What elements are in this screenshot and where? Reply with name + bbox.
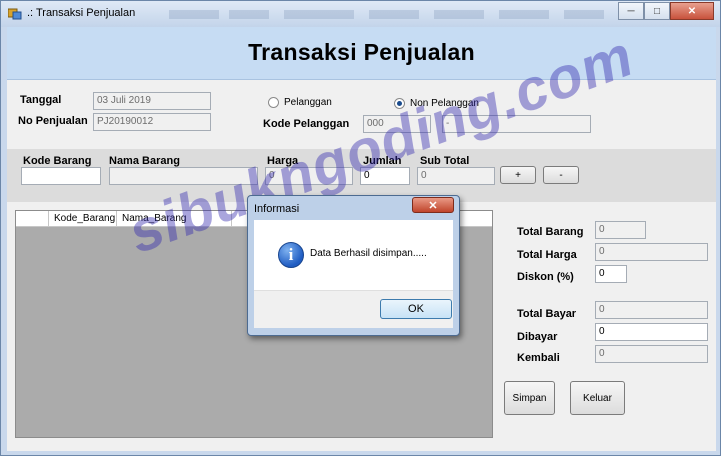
- dialog-body: i Data Berhasil disimpan.....: [254, 220, 453, 290]
- no-penjualan-label: No Penjualan: [18, 115, 88, 127]
- tanggal-label: Tanggal: [20, 94, 62, 106]
- sub-total-field[interactable]: 0: [417, 167, 495, 185]
- kode-barang-label: Kode Barang: [23, 155, 92, 167]
- info-dialog: Informasi ✕ i Data Berhasil disimpan....…: [247, 195, 460, 336]
- nama-barang-label: Nama Barang: [109, 155, 180, 167]
- tanggal-field[interactable]: 03 Juli 2019: [93, 92, 211, 110]
- harga-field[interactable]: 0: [265, 167, 353, 185]
- window-title: .: Transaksi Penjualan: [27, 7, 136, 19]
- dialog-footer: OK: [254, 290, 453, 328]
- radio-pelanggan-label: Pelanggan: [284, 97, 332, 108]
- kode-pelanggan-label: Kode Pelanggan: [263, 118, 350, 130]
- column-header-kode-barang[interactable]: Kode_Barang: [49, 211, 117, 227]
- radio-pelanggan[interactable]: Pelanggan: [268, 97, 332, 108]
- sub-total-label: Sub Total: [420, 155, 470, 167]
- ghost-toolbar: [169, 10, 604, 19]
- total-harga-label: Total Harga: [517, 249, 577, 261]
- dibayar-label: Dibayar: [517, 331, 558, 343]
- jumlah-input[interactable]: 0: [360, 167, 410, 185]
- kembali-label: Kembali: [517, 352, 560, 364]
- info-icon: i: [278, 242, 304, 268]
- close-button[interactable]: ✕: [670, 2, 714, 20]
- app-icon: [8, 8, 22, 20]
- close-icon: ✕: [428, 199, 438, 212]
- keluar-button[interactable]: Keluar: [570, 381, 625, 415]
- nama-barang-field[interactable]: [109, 167, 258, 185]
- dialog-close-button[interactable]: ✕: [412, 197, 454, 213]
- close-icon: ✕: [687, 5, 697, 17]
- total-harga-field[interactable]: 0: [595, 243, 708, 261]
- minimize-button[interactable]: ─: [618, 2, 644, 20]
- dibayar-input[interactable]: 0: [595, 323, 708, 341]
- window-controls: ─ □ ✕: [618, 2, 714, 20]
- radio-pelanggan-dot: [268, 97, 279, 108]
- diskon-input[interactable]: 0: [595, 265, 627, 283]
- kode-pelanggan-field[interactable]: 000: [363, 115, 431, 133]
- total-bayar-field[interactable]: 0: [595, 301, 708, 319]
- total-bayar-label: Total Bayar: [517, 308, 577, 320]
- minimize-icon: ─: [627, 5, 635, 17]
- simpan-button[interactable]: Simpan: [504, 381, 555, 415]
- kode-barang-input[interactable]: [21, 167, 101, 185]
- app-window: .: Transaksi Penjualan ─ □ ✕ Transaksi P…: [0, 0, 721, 456]
- title-bar[interactable]: .: Transaksi Penjualan ─ □ ✕: [1, 1, 720, 27]
- jumlah-label: Jumlah: [363, 155, 402, 167]
- harga-label: Harga: [267, 155, 299, 167]
- kembali-field[interactable]: 0: [595, 345, 708, 363]
- total-barang-field[interactable]: 0: [595, 221, 646, 239]
- column-header-nama-barang[interactable]: Nama_Barang: [117, 211, 232, 227]
- header-banner: Transaksi Penjualan: [7, 27, 716, 80]
- maximize-button[interactable]: □: [644, 2, 670, 20]
- dialog-title: Informasi: [254, 203, 300, 215]
- radio-non-pelanggan-label: Non Pelanggan: [410, 98, 479, 109]
- nama-pelanggan-field[interactable]: -: [442, 115, 591, 133]
- add-item-button[interactable]: +: [500, 166, 536, 184]
- radio-non-pelanggan[interactable]: Non Pelanggan: [394, 98, 479, 109]
- no-penjualan-field[interactable]: PJ20190012: [93, 113, 211, 131]
- radio-non-pelanggan-dot: [394, 98, 405, 109]
- diskon-label: Diskon (%): [517, 271, 574, 283]
- dialog-message: Data Berhasil disimpan.....: [310, 248, 427, 259]
- remove-item-button[interactable]: -: [543, 166, 579, 184]
- total-barang-label: Total Barang: [517, 226, 584, 238]
- grid-row-header: [16, 211, 49, 227]
- maximize-icon: □: [653, 5, 661, 17]
- page-title: Transaksi Penjualan: [248, 39, 475, 65]
- ok-button[interactable]: OK: [380, 299, 452, 319]
